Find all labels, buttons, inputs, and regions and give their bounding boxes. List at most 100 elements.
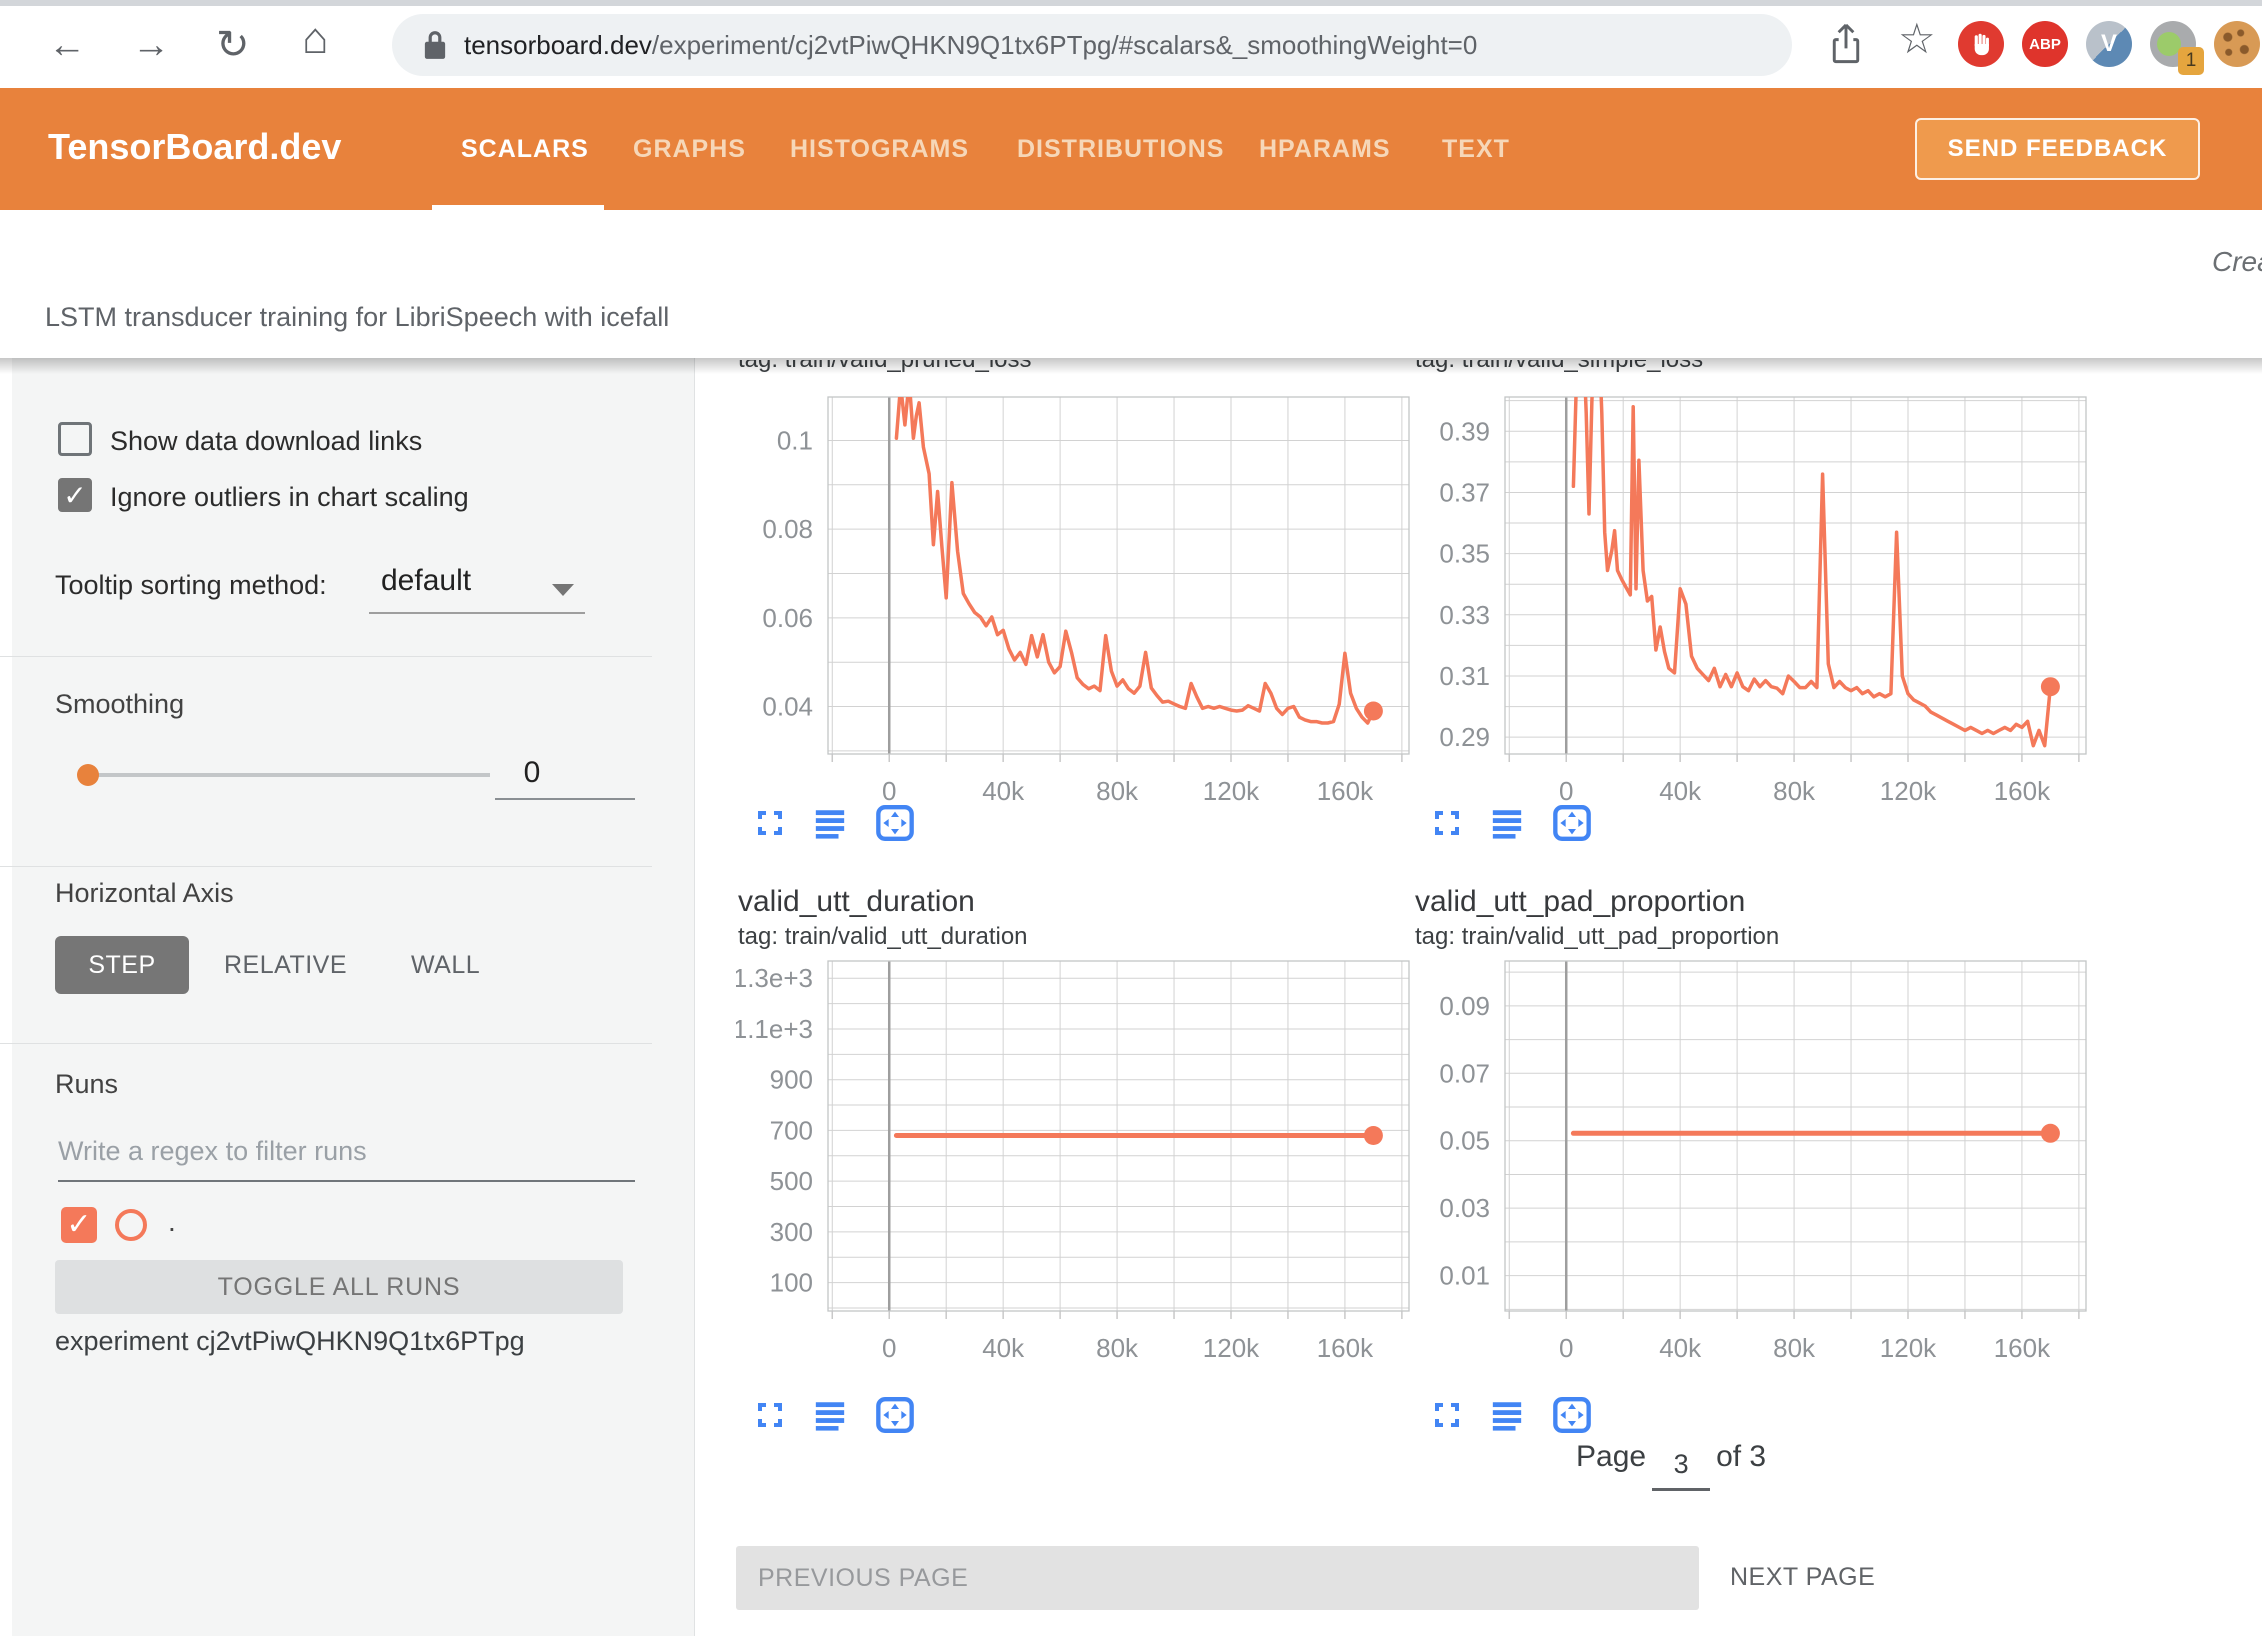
tab-scalars[interactable]: SCALARS [461, 135, 589, 164]
fit-domain-icon[interactable] [1551, 803, 1593, 843]
axis-wall-button[interactable]: WALL [411, 951, 480, 980]
svg-text:0.07: 0.07 [1439, 1058, 1490, 1088]
show-download-links-checkbox[interactable] [58, 422, 92, 456]
horizontal-bars-icon[interactable] [1489, 1398, 1525, 1432]
svg-text:0.29: 0.29 [1439, 722, 1490, 752]
home-icon[interactable]: ⌂ [302, 18, 329, 60]
horizontal-axis-label: Horizontal Axis [55, 878, 234, 909]
v-label: V [2101, 30, 2117, 58]
privacy-circle-icon[interactable]: 1 [2150, 21, 2196, 67]
scalar-chart[interactable]: 040k80k120k160k0.010.030.050.070.09 [1413, 956, 2088, 1396]
runs-filter-underline [58, 1180, 635, 1182]
page-number-input[interactable]: 3 [1652, 1449, 1710, 1491]
share-icon[interactable] [1828, 22, 1864, 66]
svg-text:0: 0 [882, 1333, 896, 1363]
svg-text:0.33: 0.33 [1439, 600, 1490, 630]
svg-text:1.1e+3: 1.1e+3 [736, 1014, 813, 1044]
charts-area: tag: train/valid_pruned_loss 040k80k120k… [696, 358, 2262, 1636]
smoothing-value-input[interactable]: 0 [507, 756, 557, 790]
address-bar[interactable]: tensorboard.dev/experiment/cj2vtPiwQHKN9… [392, 14, 1792, 76]
tab-text[interactable]: TEXT [1442, 135, 1510, 164]
svg-text:160k: 160k [1317, 776, 1374, 806]
notification-badge: 1 [2178, 47, 2204, 75]
smoothing-label: Smoothing [55, 689, 184, 720]
next-page-button[interactable]: NEXT PAGE [1730, 1563, 1875, 1592]
abp-label: ABP [2029, 36, 2061, 53]
app-logo[interactable]: TensorBoard.dev [48, 126, 341, 168]
smoothing-slider-thumb[interactable] [77, 764, 99, 786]
scalar-chart[interactable]: 040k80k120k160k0.290.310.330.350.370.39 [1413, 380, 2088, 810]
chevron-down-icon[interactable] [552, 584, 574, 596]
chart-actions [754, 1395, 916, 1435]
svg-text:900: 900 [770, 1065, 813, 1095]
smoothing-slider-track[interactable] [88, 773, 490, 777]
tab-distributions[interactable]: DISTRIBUTIONS [1017, 135, 1224, 164]
runs-filter-input[interactable]: Write a regex to filter runs [58, 1136, 367, 1167]
ignore-outliers-checkbox[interactable]: ✓ [58, 478, 92, 512]
horizontal-bars-icon[interactable] [812, 1398, 848, 1432]
svg-text:120k: 120k [1880, 776, 1937, 806]
horizontal-bars-icon[interactable] [812, 806, 848, 840]
reload-icon[interactable]: ↻ [216, 24, 250, 66]
svg-text:160k: 160k [1994, 1333, 2051, 1363]
tab-histograms[interactable]: HISTOGRAMS [790, 135, 969, 164]
pagination: Page 3 of 3 [1576, 1440, 1766, 1482]
previous-page-button[interactable]: PREVIOUS PAGE [736, 1546, 1699, 1610]
url-text: tensorboard.dev/experiment/cj2vtPiwQHKN9… [464, 30, 1477, 61]
star-icon[interactable]: ☆ [1898, 14, 1936, 63]
toggle-all-runs-button[interactable]: TOGGLE ALL RUNS [55, 1260, 623, 1314]
divider [0, 1043, 652, 1044]
svg-text:700: 700 [770, 1115, 813, 1145]
scalar-chart[interactable]: 040k80k120k160k0.040.060.080.1 [736, 380, 1411, 810]
lock-icon [422, 29, 448, 61]
svg-text:80k: 80k [1773, 1333, 1816, 1363]
tab-graphs[interactable]: GRAPHS [633, 135, 746, 164]
send-feedback-button[interactable]: SEND FEEDBACK [1915, 118, 2200, 180]
fit-domain-icon[interactable] [874, 803, 916, 843]
abp-octagon-icon[interactable]: ABP [2022, 21, 2068, 67]
expand-icon[interactable] [1431, 1399, 1463, 1431]
divider [0, 656, 652, 657]
browser-chrome: ← → ↻ ⌂ tensorboard.dev/experiment/cj2vt… [0, 0, 2262, 88]
smoothing-value-underline [495, 798, 635, 800]
fit-domain-icon[interactable] [1551, 1395, 1593, 1435]
expand-icon[interactable] [1431, 807, 1463, 839]
svg-text:0: 0 [1559, 1333, 1573, 1363]
svg-text:0.08: 0.08 [762, 514, 813, 544]
cookie-icon[interactable] [2214, 21, 2260, 67]
chart-tag: tag: train/valid_utt_pad_proportion [1415, 923, 1779, 951]
settings-sidebar: Show data download links ✓ Ignore outlie… [12, 358, 695, 1636]
run-checkbox[interactable]: ✓ [61, 1207, 97, 1243]
adblock-hand-icon[interactable] [1958, 21, 2004, 67]
scalar-chart[interactable]: 040k80k120k160k1003005007009001.1e+31.3e… [736, 956, 1411, 1396]
created-text-clipped: Crea [2212, 246, 2262, 278]
horizontal-bars-icon[interactable] [1489, 806, 1525, 840]
page-label: Page [1576, 1440, 1646, 1474]
axis-relative-button[interactable]: RELATIVE [224, 951, 347, 980]
svg-text:40k: 40k [1659, 1333, 1702, 1363]
svg-text:80k: 80k [1096, 1333, 1139, 1363]
chart-actions [1431, 1395, 1593, 1435]
tab-hparams[interactable]: HPARAMS [1259, 135, 1391, 164]
svg-text:80k: 80k [1773, 776, 1816, 806]
forward-icon[interactable]: → [132, 24, 170, 66]
chart-actions [1431, 803, 1593, 843]
fit-domain-icon[interactable] [874, 1395, 916, 1435]
svg-text:300: 300 [770, 1217, 813, 1247]
expand-icon[interactable] [754, 807, 786, 839]
svg-text:500: 500 [770, 1166, 813, 1196]
tooltip-sorting-select[interactable]: default [381, 564, 471, 598]
svg-text:0.39: 0.39 [1439, 416, 1490, 446]
divider [0, 866, 652, 867]
expand-icon[interactable] [754, 1399, 786, 1431]
v-circle-icon[interactable]: V [2086, 21, 2132, 67]
experiment-info-bar: Crea LSTM transducer training for LibriS… [0, 210, 2262, 358]
run-name: . [168, 1206, 176, 1238]
back-icon[interactable]: ← [48, 24, 86, 66]
svg-text:0: 0 [1559, 776, 1573, 806]
chart-title: valid_utt_duration [738, 885, 975, 919]
chart-tag-clipped: tag: train/valid_simple_loss [1415, 360, 2015, 376]
svg-text:0.03: 0.03 [1439, 1193, 1490, 1223]
chart-tag-clipped: tag: train/valid_pruned_loss [738, 360, 1338, 376]
axis-step-button[interactable]: STEP [55, 936, 189, 994]
